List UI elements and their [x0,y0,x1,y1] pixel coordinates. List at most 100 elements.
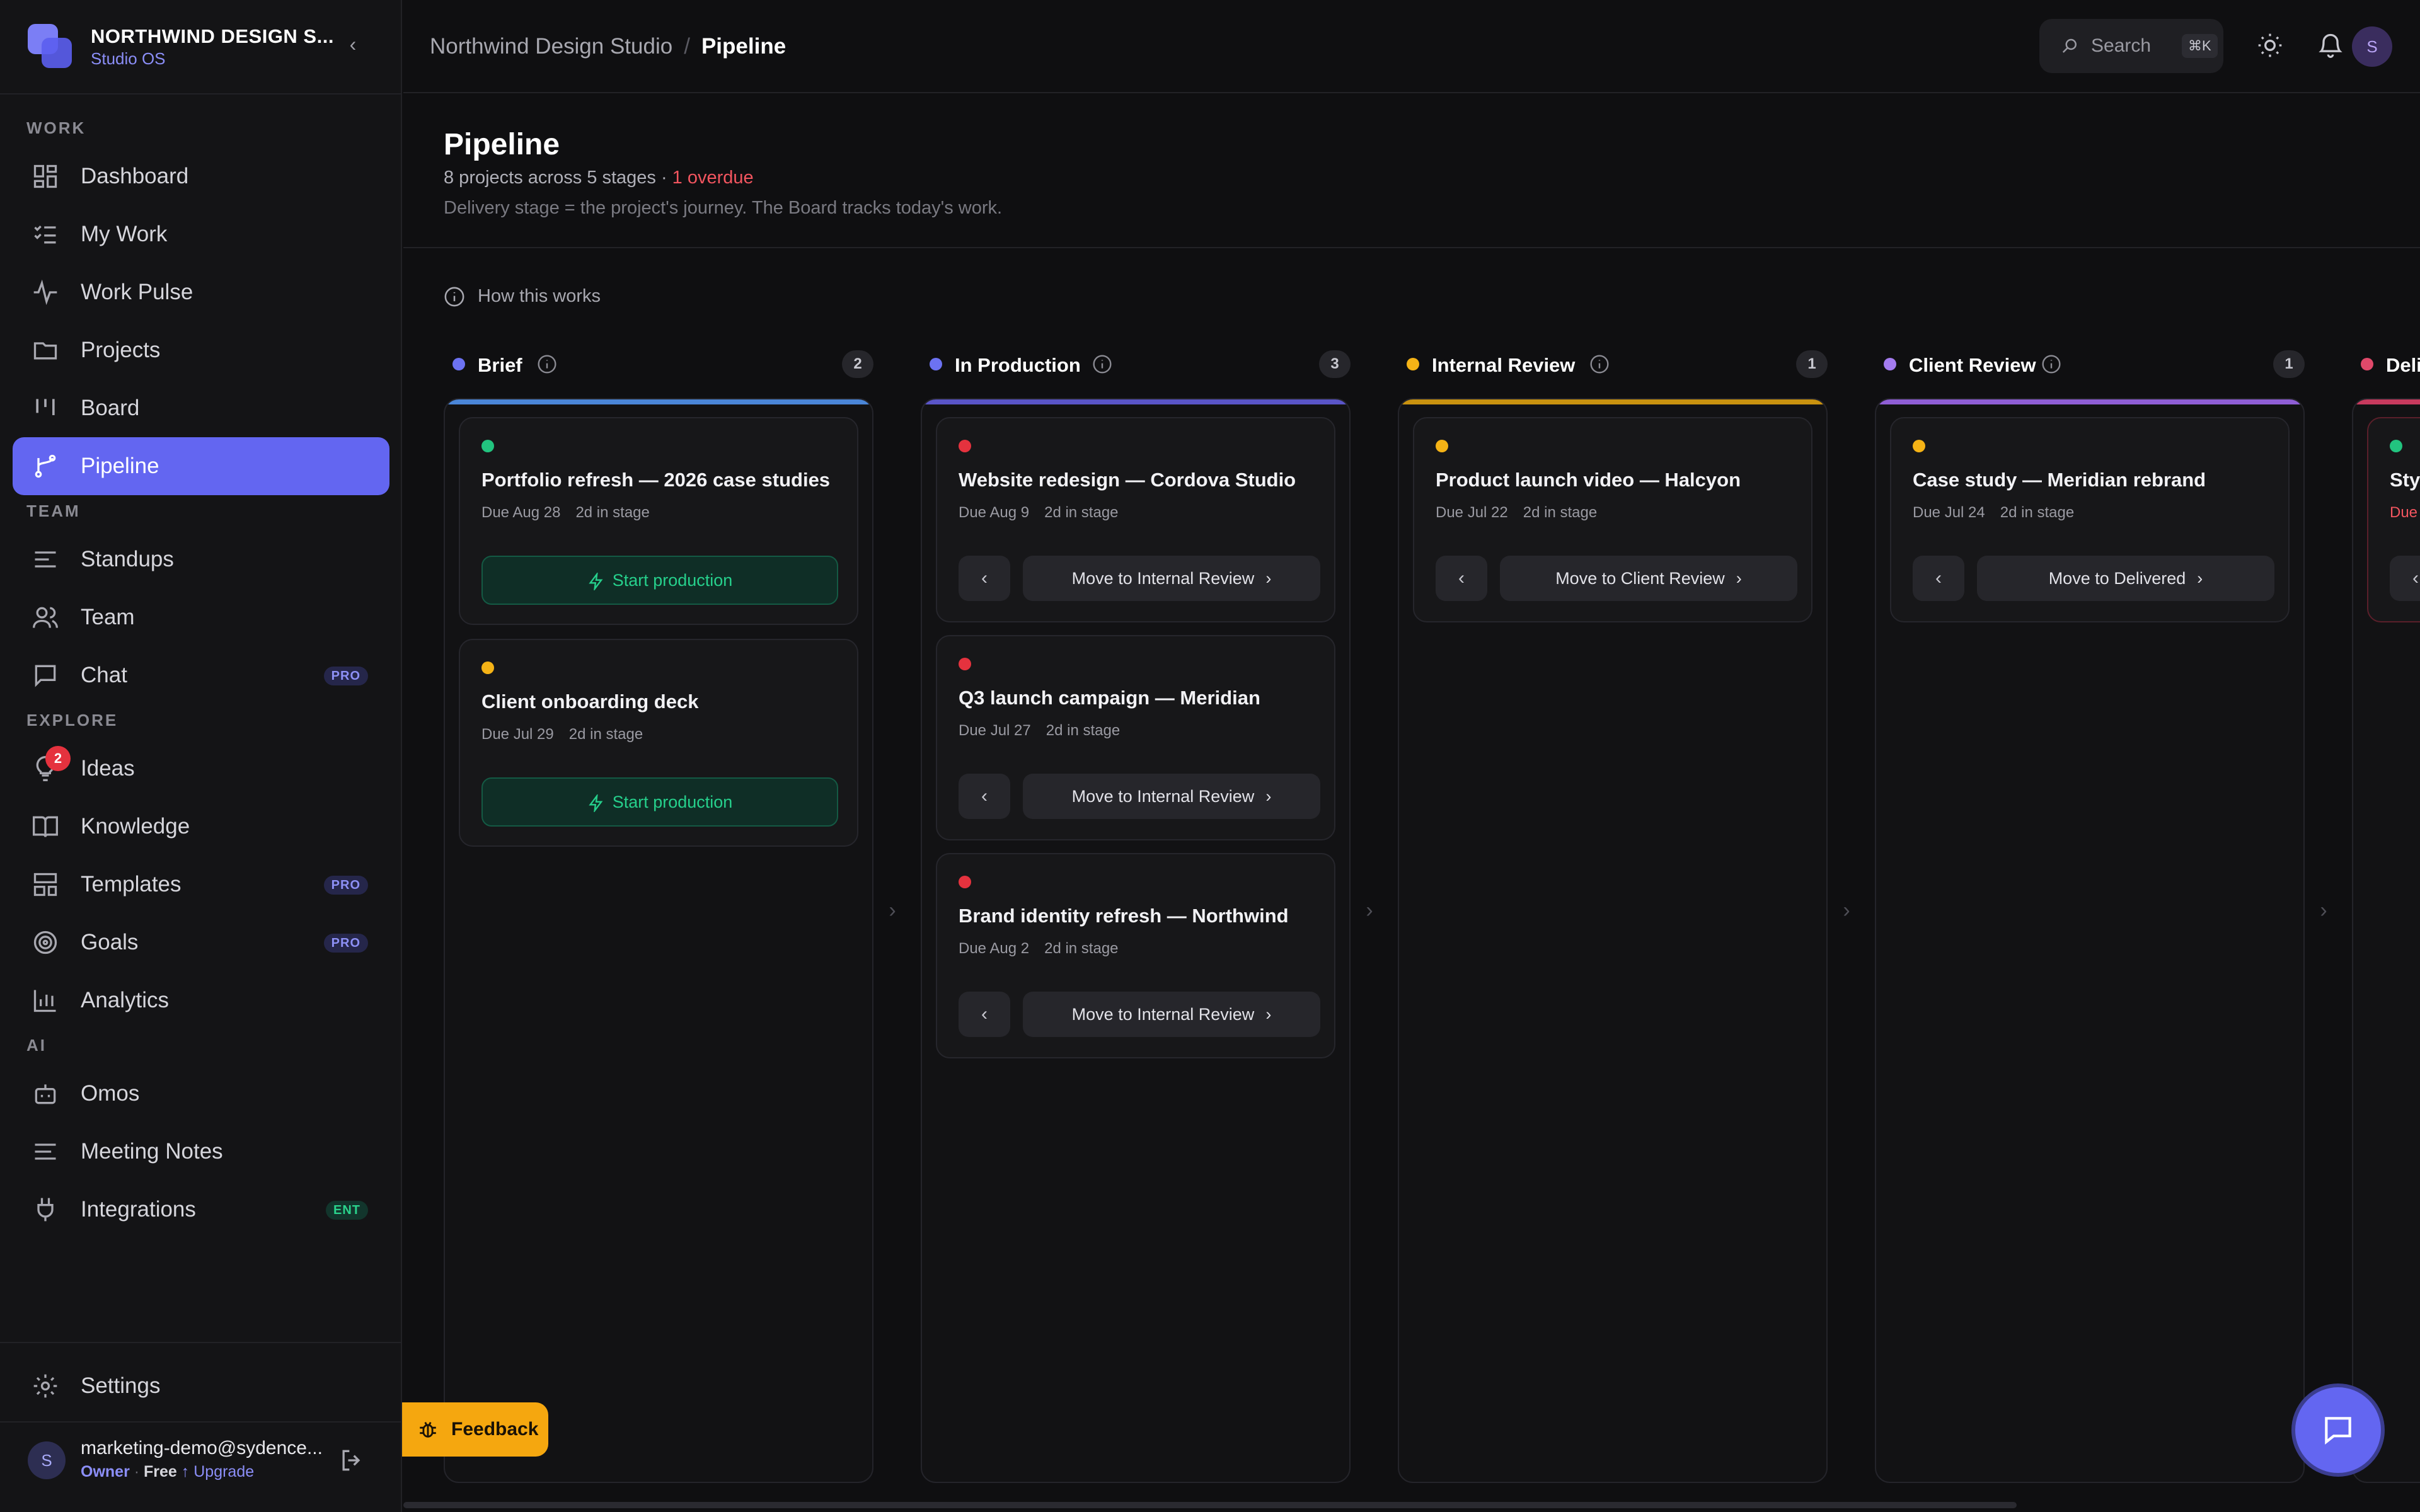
brand[interactable]: NORTHWIND DESIGN S... Studio OS [28,24,381,74]
card-title: Styl [2390,469,2420,491]
theme-toggle-icon[interactable] [2256,32,2284,59]
status-dot [959,440,971,452]
sidebar-item-standups[interactable]: Standups [13,530,389,588]
start-production-button[interactable]: Start production [481,777,838,827]
board-icon [36,399,55,415]
move-forward-button[interactable]: Move to Client Review › [1500,556,1797,601]
chat-launcher-button[interactable] [2291,1383,2385,1477]
due-date: Due Jul 27 [959,722,1031,739]
info-icon[interactable] [1092,354,1112,374]
sidebar-item-label: Chat [81,663,127,687]
move-back-button[interactable]: ‹ [1436,556,1487,601]
logout-icon[interactable] [338,1446,366,1474]
project-card[interactable]: Website redesign — Cordova Studio Due Au… [936,417,1335,622]
project-card[interactable]: Brand identity refresh — Northwind Due A… [936,853,1335,1058]
sidebar-item-templates[interactable]: Templates PRO [13,856,389,914]
sidebar-item-knowledge[interactable]: Knowledge [13,798,389,856]
sidebar-item-board[interactable]: Board [13,379,389,437]
search-button[interactable]: Search ⌘K [2039,19,2223,73]
sidebar-item-my-work[interactable]: My Work [13,205,389,263]
column-header: Internal Review 1 [1404,346,1828,382]
sidebar-item-integrations[interactable]: Integrations ENT [13,1181,389,1239]
project-card[interactable]: Q3 launch campaign — Meridian Due Jul 27… [936,635,1335,840]
sidebar-item-analytics[interactable]: Analytics [13,971,389,1029]
upgrade-link[interactable]: ↑ Upgrade [182,1463,254,1480]
collapse-sidebar-button[interactable]: ‹ [340,32,366,57]
project-card[interactable]: Portfolio refresh — 2026 case studies Du… [459,417,858,625]
move-back-button[interactable]: ‹ [2390,556,2420,601]
sidebar-item-projects[interactable]: Projects [13,321,389,379]
project-card[interactable]: Case study — Meridian rebrand Due Jul 24… [1890,417,2290,622]
due-date: Due Jul 22 [1436,504,1508,521]
card-meta: Due Aug 9 2d in stage [959,504,1119,522]
info-icon[interactable] [537,354,557,374]
move-forward-button[interactable]: Move to Internal Review › [1023,992,1320,1037]
column-internal-review: Internal Review 1 Product launch video —… [1398,340,1828,1484]
time-in-stage: 2d in stage [568,726,643,743]
ideas-notification-badge: 2 [45,746,71,771]
project-card[interactable]: Styl Due ‹ [2367,417,2420,622]
folder-icon [33,342,57,360]
column-count: 1 [1796,350,1828,378]
card-meta: Due Jul 22 2d in stage [1436,504,1597,522]
section-label-work: WORK [26,118,86,137]
sidebar-item-meeting-notes[interactable]: Meeting Notes [13,1123,389,1181]
sidebar-item-work-pulse[interactable]: Work Pulse [13,263,389,321]
sidebar-item-chat[interactable]: Chat PRO [13,646,389,704]
feedback-button[interactable]: Feedback [402,1402,548,1457]
project-card[interactable]: Product launch video — Halcyon Due Jul 2… [1413,417,1812,622]
start-production-label: Start production [612,571,733,590]
sidebar-item-label: Meeting Notes [81,1139,223,1164]
move-back-button[interactable]: ‹ [959,556,1010,601]
sidebar-item-pipeline[interactable]: Pipeline [13,437,389,495]
move-back-button[interactable]: ‹ [1913,556,1964,601]
lines-icon [35,551,56,568]
project-card[interactable]: Client onboarding deck Due Jul 29 2d in s… [459,639,858,847]
pulse-icon [33,279,57,306]
bug-icon [420,1422,436,1438]
sidebar-item-omos[interactable]: Omos [13,1065,389,1123]
brand-logo-icon [28,24,73,69]
bell-icon[interactable] [2317,32,2344,59]
sidebar-item-label: Templates [81,872,182,896]
breadcrumb-parent[interactable]: Northwind Design Studio [430,34,672,59]
status-dot [481,440,494,452]
sidebar-item-dashboard[interactable]: Dashboard [13,147,389,205]
move-back-button[interactable]: ‹ [959,992,1010,1037]
start-production-button[interactable]: Start production [481,556,838,605]
project-summary: 8 projects across 5 stages · [444,168,672,188]
dashboard-icon [33,164,57,188]
target-icon [33,931,57,954]
column-stripe [922,399,1349,404]
due-date: Due Aug 9 [959,504,1030,521]
column-count: 2 [842,350,873,378]
sidebar-item-label: Settings [81,1373,161,1398]
bot-icon [35,1084,56,1104]
sidebar-item-ideas[interactable]: 2 Ideas [13,740,389,798]
breadcrumb-current: Pipeline [701,34,786,59]
user-avatar[interactable]: S [28,1441,66,1479]
user-plan: Free [144,1463,177,1480]
card-title: Q3 launch campaign — Meridian [959,687,1260,709]
column-body: Styl Due ‹ [2352,398,2420,1483]
move-forward-button[interactable]: Move to Internal Review › [1023,774,1320,819]
status-dot [1913,440,1925,452]
column-title: Deli [2386,354,2420,376]
info-icon[interactable] [2041,354,2061,374]
horizontal-scrollbar[interactable] [403,1502,2017,1508]
info-icon[interactable] [1589,354,1610,374]
sidebar-item-team[interactable]: Team [13,588,389,646]
user-meta: Owner · Free ↑ Upgrade [81,1463,254,1481]
sidebar-item-settings[interactable]: Settings [13,1357,389,1415]
status-dot [2390,440,2402,452]
move-forward-label: Move to Internal Review [1071,569,1255,588]
overdue-count[interactable]: 1 overdue [672,168,754,188]
user-avatar[interactable]: S [2352,26,2392,67]
column-title: In Production [955,354,1081,376]
column-body: Portfolio refresh — 2026 case studies Du… [444,398,873,1483]
move-back-button[interactable]: ‹ [959,774,1010,819]
sidebar-item-goals[interactable]: Goals PRO [13,914,389,971]
bar-chart-icon [33,990,56,1012]
move-forward-button[interactable]: Move to Internal Review › [1023,556,1320,601]
move-forward-button[interactable]: Move to Delivered › [1977,556,2274,601]
